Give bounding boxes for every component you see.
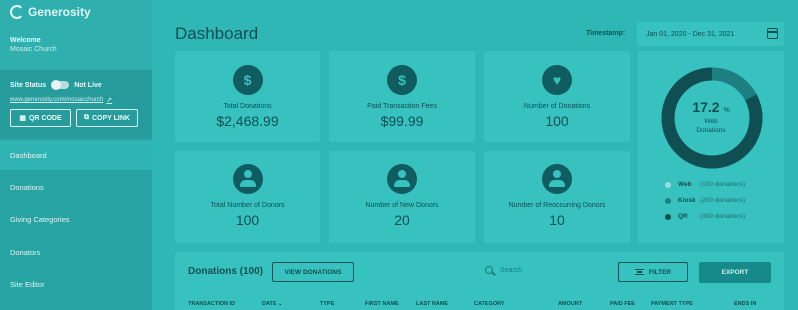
qr-code-button[interactable]: ▦ QR CODE [10,109,71,127]
column-header-last-name[interactable]: LAST NAME [416,301,448,307]
search-input[interactable]: Search [500,267,522,274]
filter-button[interactable]: FILTER [618,262,688,282]
sidebar-item-giving-categories[interactable]: Giving Categories [0,204,152,234]
legend-item-kiosk: Kiosk (200 donations) [665,197,745,204]
dollar-icon: $ [232,65,263,95]
logo-icon [10,5,24,19]
column-header-label: DATE [262,301,277,307]
stat-label: Paid Transaction Fees [367,103,437,110]
stat-card-paid-fees: $ Paid Transaction Fees $99.99 [329,51,475,142]
page-title: Dashboard [175,24,259,43]
column-header-ends-in[interactable]: ENDS IN [734,301,756,307]
timestamp-range-picker[interactable]: Jan 01, 2020 - Dec 31, 2021 [637,22,784,46]
donut-percent-sign: % [723,107,730,114]
column-header-category[interactable]: CATEGORY [474,301,505,307]
stat-label: Number of Donations [523,103,591,110]
stat-card-reoccurring-donors: Number of Reoccurring Donors 10 [484,151,630,243]
external-link-icon[interactable]: ↗ [106,96,112,104]
stat-label: Number of New Donors [365,202,439,209]
donut-label: Web Donations [638,117,784,135]
sidebar-item-donations[interactable]: Donations [0,172,152,202]
column-header-first-name[interactable]: FIRST NAME [365,301,399,307]
column-header-type[interactable]: TYPE [320,301,334,307]
column-header-paid-fee[interactable]: PAID FEE [610,301,635,307]
sidebar: Generosity Welcome Mosaic Church Site St… [0,0,152,310]
legend-name: QR [678,213,688,220]
search-field[interactable]: Search [485,266,522,274]
copy-icon: ⧉ [84,114,89,121]
donation-source-card: 17.2 % Web Donations Web (100 donations)… [638,51,784,243]
heart-hand-icon: ♥ [542,65,572,95]
person-icon [387,164,417,194]
stat-value: $2,468.99 [216,113,279,129]
donations-table-card: Donations (100) VIEW DONATIONS Search FI… [175,252,784,310]
dollar-icon: $ [387,65,417,95]
person-icon [232,164,263,194]
calendar-icon[interactable] [767,28,778,39]
app-name: Generosity [28,5,91,19]
site-url-link[interactable]: www.generosity.com/mosaicchurch ↗ [10,96,112,104]
donut-label-line1: Web [704,118,718,125]
legend-dot [665,197,671,204]
stat-card-new-donors: Number of New Donors 20 [329,151,475,243]
filter-label: FILTER [648,268,672,276]
stat-label: Total Number of Donors [210,202,285,209]
legend-dot [665,213,671,220]
donut-percent-value: 17.2 [692,99,720,115]
column-header-payment-type[interactable]: PAYMENT TYPE [651,301,693,307]
view-donations-button[interactable]: VIEW DONATIONS [272,262,354,282]
legend-count: (100 donations) [700,181,746,188]
stat-card-total-donors: Total Number of Donors 100 [175,151,320,243]
person-icon [542,164,572,194]
legend-item-qr: QR (300 donations) [665,213,745,220]
legend-name: Web [678,181,692,188]
sidebar-item-label: Site Editor [10,279,45,289]
copy-link-button[interactable]: ⧉ COPY LINK [76,109,138,127]
site-status-toggle[interactable] [51,80,70,90]
site-status-value: Not Live [74,81,102,89]
app-logo[interactable]: Generosity [10,5,91,19]
legend-dot [665,181,671,188]
sidebar-item-site-editor[interactable]: Site Editor [0,269,152,299]
export-button[interactable]: EXPORT [699,262,771,283]
welcome-label: Welcome [10,37,41,44]
filter-icon [634,269,644,275]
site-status-row: Site Status Not Live [10,80,102,90]
stat-value: 20 [394,212,410,228]
stat-value: $99.99 [380,113,424,129]
sidebar-item-label: Donators [10,247,41,257]
legend-name: Kiosk [678,197,696,204]
legend-count: (200 donations) [700,197,746,204]
stat-value: 100 [235,212,260,228]
sidebar-item-dashboard[interactable]: Dashboard [0,140,152,170]
column-header-amount[interactable]: AMOUNT [558,301,582,307]
qr-icon: ▦ [19,115,26,122]
stat-label: Total Donations [223,103,272,110]
donut-label-line2: Donations [696,127,726,134]
sidebar-item-label: Giving Categories [10,214,70,224]
stat-card-number-of-donations: ♥ Number of Donations 100 [484,51,630,142]
qr-code-label: QR CODE [28,114,62,122]
sidebar-item-label: Dashboard [10,150,47,160]
stat-value: 10 [549,212,565,228]
site-url-text[interactable]: www.generosity.com/mosaicchurch [10,97,103,103]
stat-label: Number of Reoccurring Donors [508,202,606,209]
sidebar-item-donators[interactable]: Donators [0,237,152,267]
sidebar-item-label: Donations [10,182,44,192]
copy-link-label: COPY LINK [92,114,130,122]
legend-count: (300 donations) [700,213,746,220]
column-header-date[interactable]: DATE ⌄ [262,301,283,307]
stat-value: 100 [545,113,569,129]
church-name: Mosaic Church [10,46,57,53]
chevron-down-icon: ⌄ [278,301,283,307]
search-icon [485,266,493,274]
site-status-label: Site Status [10,81,47,89]
stat-card-total-donations: $ Total Donations $2,468.99 [175,51,320,142]
timestamp-label: Timestamp: [586,30,626,37]
column-header-transaction-id[interactable]: TRANSACTION ID [188,301,235,307]
donations-table-title: Donations (100) [188,266,264,277]
donut-percent: 17.2 % [638,99,784,115]
legend-item-web: Web (100 donations) [665,181,745,188]
timestamp-value: Jan 01, 2020 - Dec 31, 2021 [646,30,735,38]
